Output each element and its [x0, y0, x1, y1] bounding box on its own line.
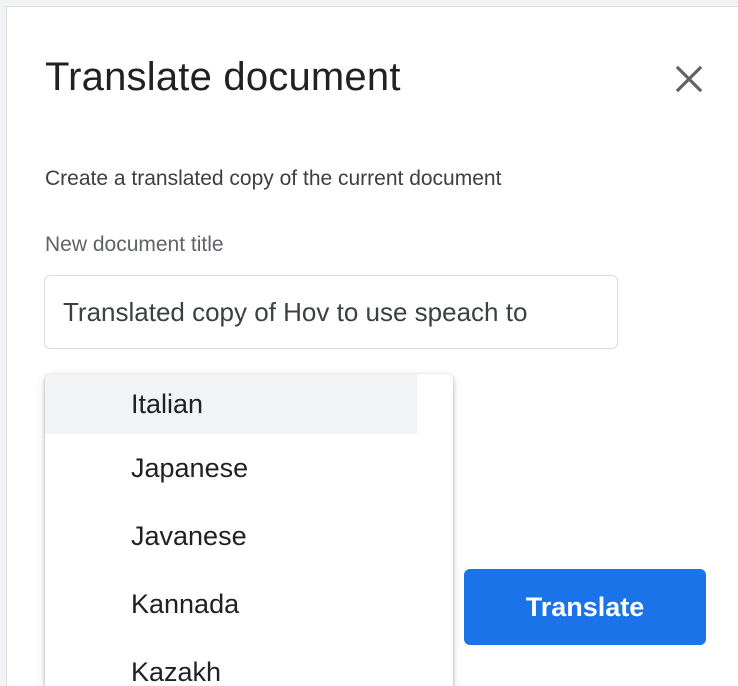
language-option-kazakh[interactable]: Kazakh [45, 638, 453, 686]
language-dropdown-menu: Italian Japanese Javanese Kannada Kazakh [45, 374, 453, 686]
dialog-title: Translate document [45, 55, 401, 99]
translate-document-dialog: Translate document Create a translated c… [6, 6, 738, 686]
language-option-javanese[interactable]: Javanese [45, 502, 453, 570]
language-option-japanese[interactable]: Japanese [45, 434, 453, 502]
language-option-kannada[interactable]: Kannada [45, 570, 453, 638]
close-icon [675, 65, 703, 93]
new-document-title-input[interactable] [44, 275, 618, 349]
language-option-italian[interactable]: Italian [45, 374, 417, 434]
translate-button[interactable]: Translate [464, 569, 706, 645]
title-field-label: New document title [45, 233, 224, 256]
dialog-description: Create a translated copy of the current … [45, 167, 502, 190]
close-button[interactable] [667, 57, 711, 101]
